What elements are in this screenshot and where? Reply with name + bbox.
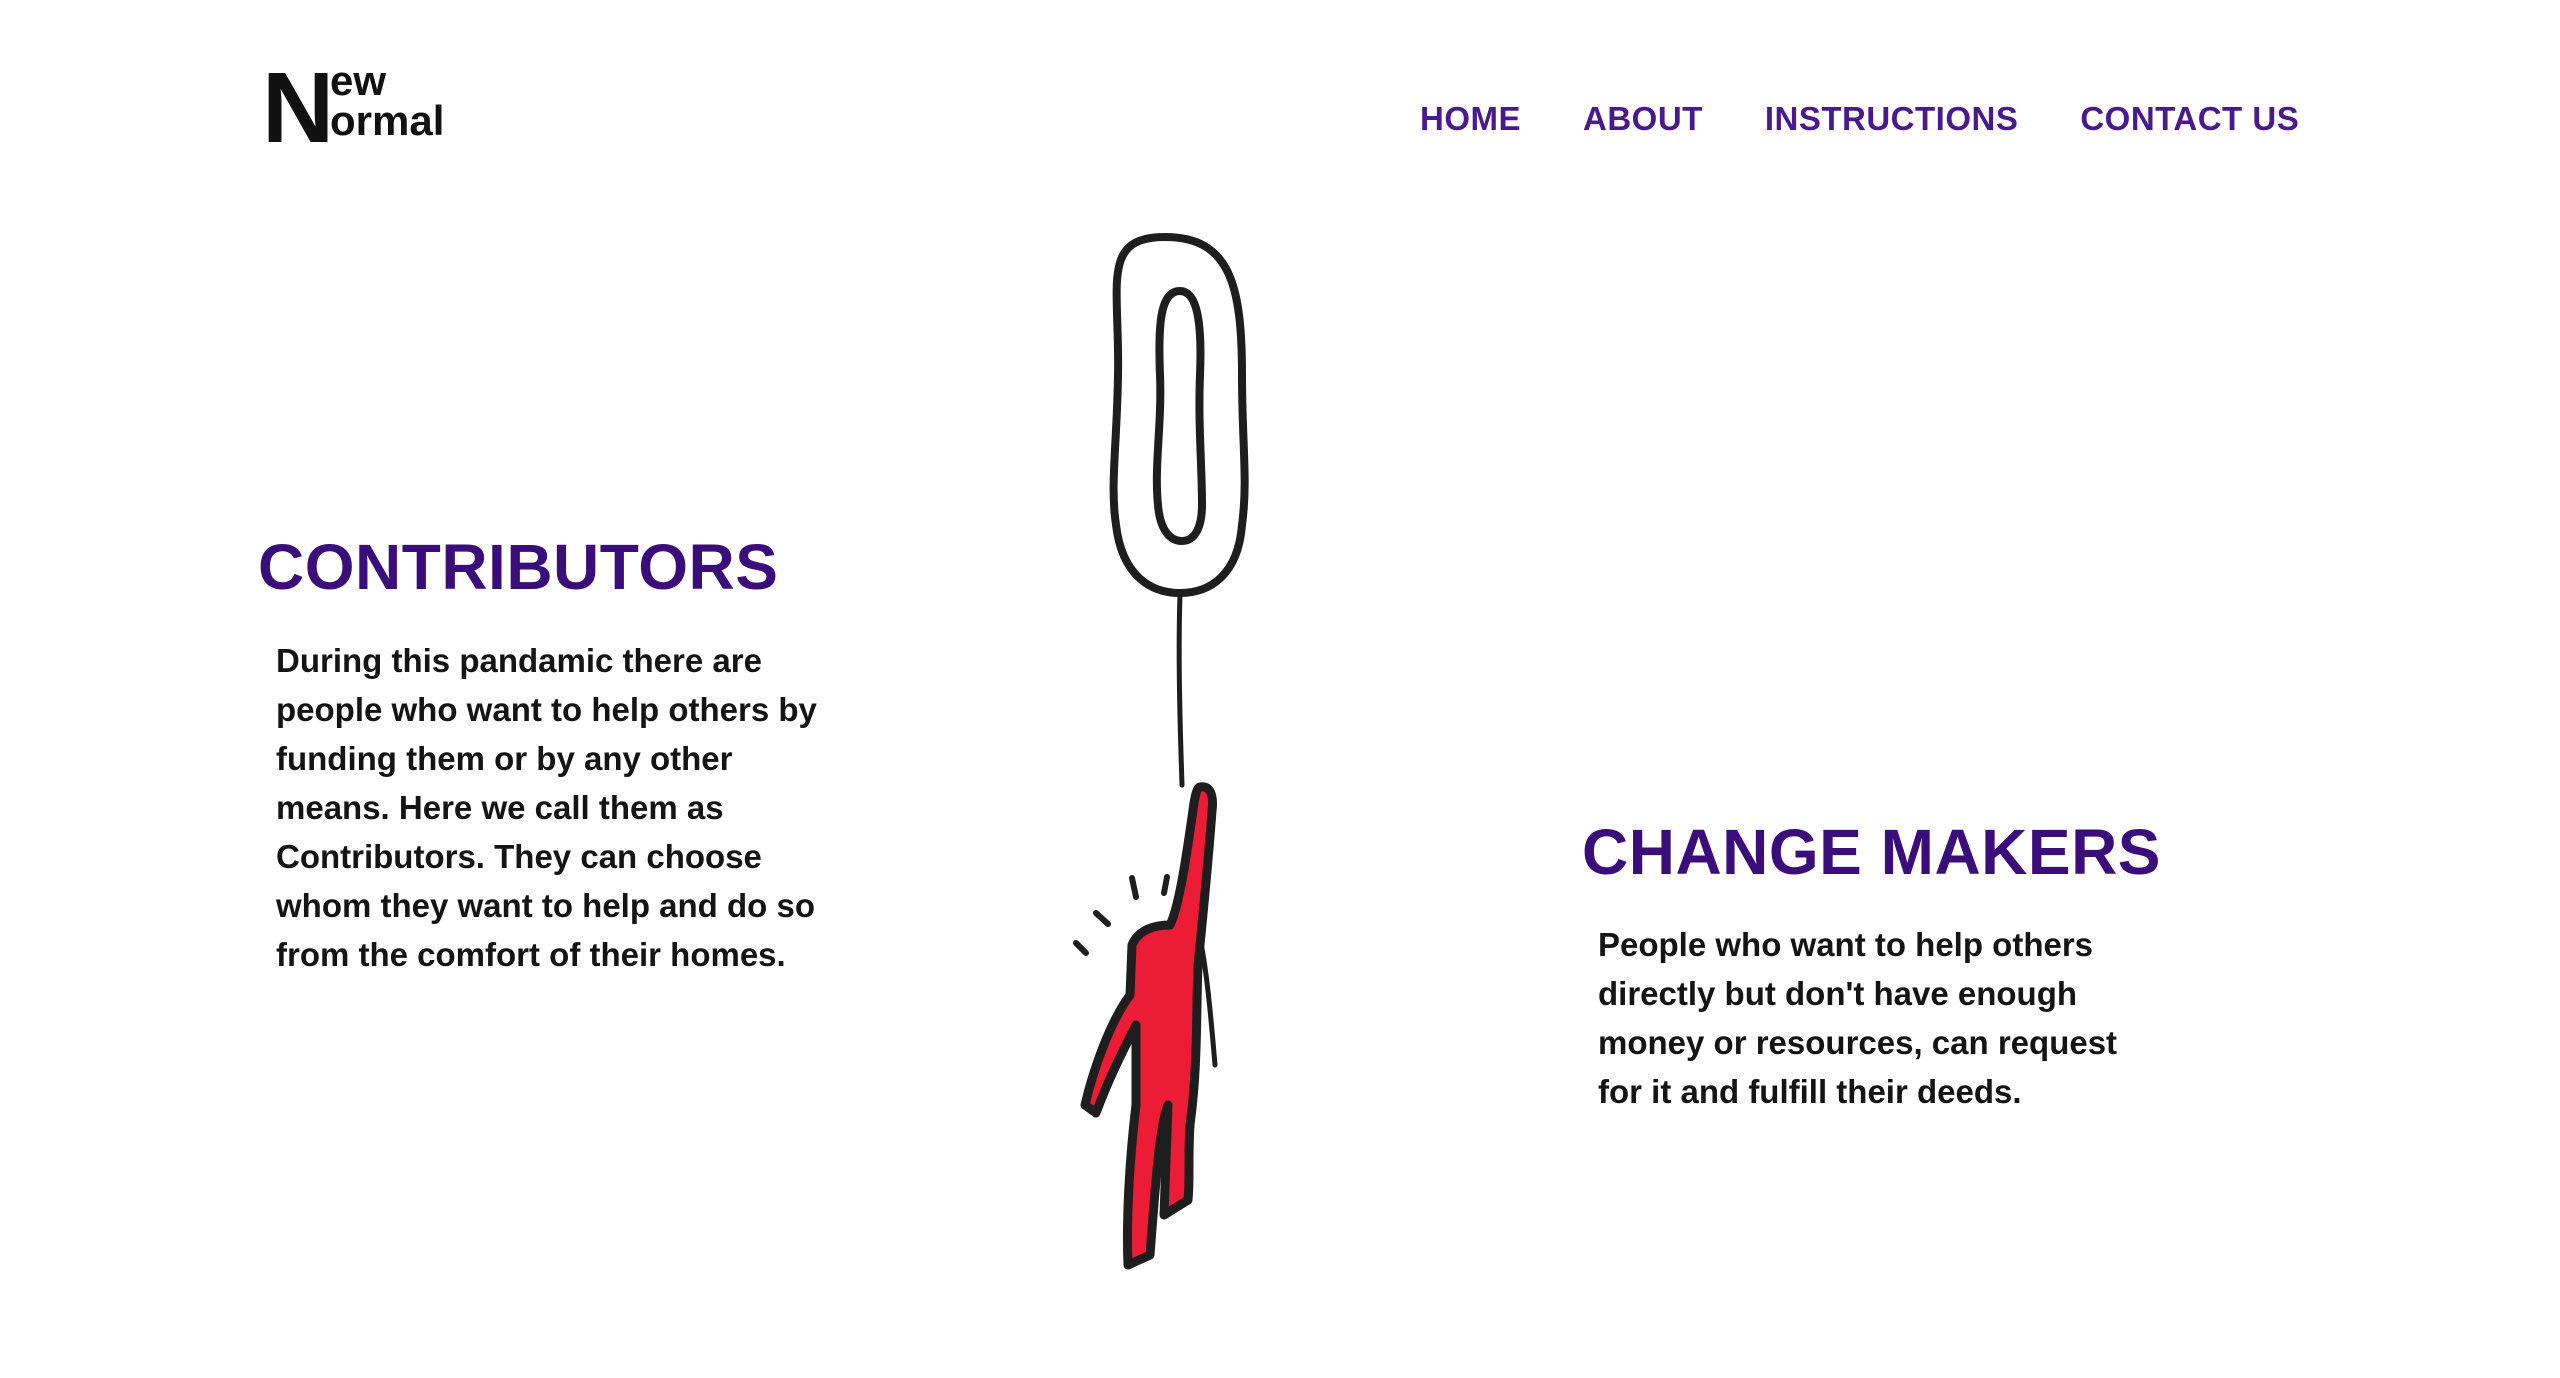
nav-instructions-link[interactable]: INSTRUCTIONS [1765, 100, 2019, 138]
logo-line-1: ew [330, 57, 387, 104]
logo-line-2: ormal [330, 97, 445, 144]
balloon-string [1176, 592, 1185, 788]
logo[interactable]: N ew ormal [262, 57, 472, 158]
motion-mark-1 [1129, 875, 1139, 900]
nav-about-link[interactable]: ABOUT [1583, 100, 1703, 138]
logo-big-letter: N [262, 52, 334, 164]
nav-contact-us-link[interactable]: CONTACT US [2080, 100, 2299, 138]
motion-mark-3 [1093, 910, 1111, 927]
contributors-heading: CONTRIBUTORS [258, 531, 779, 603]
nav-home-link[interactable]: HOME [1420, 100, 1521, 138]
balloon-person-illustration [1030, 225, 1330, 1295]
change-makers-heading: CHANGE MAKERS [1582, 816, 2161, 888]
red-person-figure [1080, 782, 1217, 1270]
contributors-description: During this pandamic there are people wh… [276, 642, 817, 973]
balloon-inner-outline [1152, 287, 1206, 545]
balloon-person-svg [1073, 233, 1249, 1270]
change-makers-description: People who want to help others directly … [1598, 926, 2118, 1110]
motion-mark-2 [1161, 874, 1170, 896]
main-nav: HOME ABOUT INSTRUCTIONS CONTACT US [1420, 100, 2299, 138]
motion-mark-4 [1073, 940, 1089, 956]
